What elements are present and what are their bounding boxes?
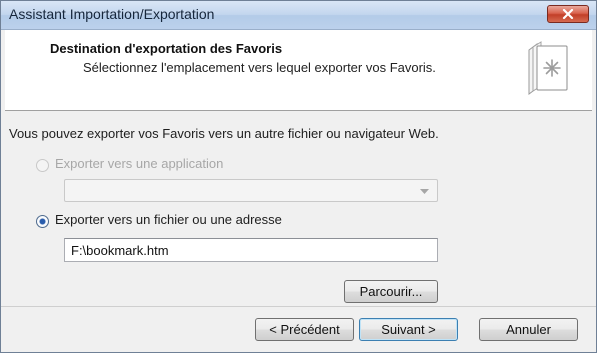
chevron-down-icon — [420, 189, 429, 194]
back-button[interactable]: < Précédent — [255, 318, 354, 341]
export-to-file-radio[interactable] — [36, 215, 49, 228]
cancel-button[interactable]: Annuler — [479, 318, 578, 341]
page-title: Destination d'exportation des Favoris — [50, 41, 283, 56]
export-to-application-radio[interactable] — [36, 159, 49, 172]
file-path-input[interactable]: F:\bookmark.htm — [64, 238, 438, 262]
export-to-application-label: Exporter vers une application — [55, 156, 224, 171]
file-path-value: F:\bookmark.htm — [71, 243, 169, 258]
export-wizard-window: Assistant Importation/Exportation Destin… — [0, 0, 597, 353]
page-subtitle: Sélectionnez l'emplacement vers lequel e… — [83, 60, 436, 75]
title-bar[interactable]: Assistant Importation/Exportation — [1, 1, 596, 30]
next-button[interactable]: Suivant > — [359, 318, 458, 341]
wizard-content: Vous pouvez exporter vos Favoris vers un… — [1, 111, 596, 306]
application-select[interactable] — [64, 179, 438, 202]
intro-text: Vous pouvez exporter vos Favoris vers un… — [9, 126, 439, 141]
close-button[interactable] — [547, 5, 589, 23]
close-icon — [562, 9, 574, 19]
browse-button[interactable]: Parcourir... — [344, 280, 438, 303]
window-title: Assistant Importation/Exportation — [9, 6, 215, 22]
export-to-file-label: Exporter vers un fichier ou une adresse — [55, 212, 282, 227]
footer-divider — [1, 306, 596, 307]
bookmark-export-icon — [528, 41, 568, 95]
wizard-header: Destination d'exportation des Favoris Sé… — [5, 30, 592, 111]
